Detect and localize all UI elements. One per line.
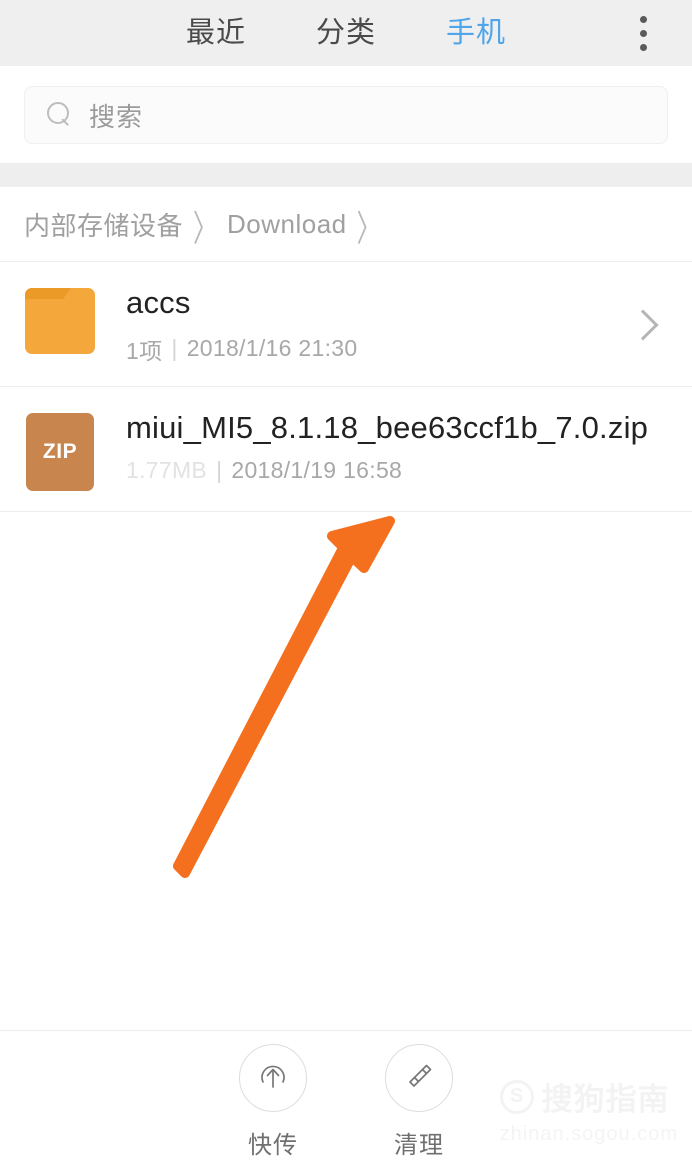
icon-cell: ZIP	[24, 409, 96, 491]
file-date: 2018/1/19 16:58	[231, 456, 403, 483]
quick-transfer-button[interactable]: 快传	[223, 1043, 323, 1160]
section-divider	[0, 163, 692, 187]
file-meta: 1.77MB | 2018/1/19 16:58	[126, 457, 658, 484]
row-content: miui_MI5_8.1.18_bee63ccf1b_7.0.zip 1.77M…	[126, 409, 668, 484]
cleanup-label: 清理	[394, 1131, 444, 1159]
file-date: 2018/1/16 21:30	[186, 335, 358, 362]
breadcrumb-item-download[interactable]: Download	[227, 209, 347, 240]
watermark-row: S 搜狗指南	[499, 1074, 678, 1119]
tab-category[interactable]: 分类	[316, 18, 376, 48]
table-row[interactable]: accs 1项 | 2018/1/16 21:30	[0, 261, 692, 386]
search-input[interactable]: 搜索	[24, 86, 668, 144]
icon-cell	[24, 284, 96, 354]
zip-file-icon: ZIP	[26, 412, 94, 491]
zip-icon-label: ZIP	[42, 439, 78, 463]
more-vertical-icon[interactable]	[630, 13, 656, 53]
broom-icon	[385, 1043, 453, 1112]
search-area: 搜索	[0, 66, 692, 163]
file-meta: 1项 | 2018/1/16 21:30	[126, 332, 622, 366]
dot	[639, 29, 647, 37]
file-size: 1.77MB	[126, 456, 208, 483]
tab-group: 最近 分类 手机	[186, 18, 506, 48]
tab-phone[interactable]: 手机	[446, 18, 506, 48]
tab-recent[interactable]: 最近	[186, 18, 246, 48]
meta-separator: |	[216, 456, 223, 483]
row-content: accs 1项 | 2018/1/16 21:30	[126, 284, 632, 366]
watermark-title: 搜狗指南	[541, 1082, 670, 1117]
upload-circle-icon	[239, 1043, 307, 1112]
dot	[639, 43, 647, 51]
breadcrumb: 内部存储设备 〉 Download 〉	[0, 187, 692, 261]
upload-arrow-glyph	[261, 1065, 285, 1088]
folder-icon	[25, 288, 95, 354]
dot	[639, 15, 647, 23]
search-icon	[47, 102, 73, 128]
file-name: accs	[126, 285, 191, 320]
file-name: miui_MI5_8.1.18_bee63ccf1b_7.0.zip	[126, 409, 649, 445]
chevron-right-icon: 〉	[356, 208, 381, 249]
watermark-url: zhinan.sogou.com	[499, 1123, 678, 1145]
item-count: 1项	[126, 337, 163, 364]
cleanup-button[interactable]: 清理	[369, 1043, 469, 1160]
chevron-right-icon[interactable]	[627, 309, 659, 341]
meta-separator: |	[171, 335, 178, 362]
broom-glyph	[409, 1064, 432, 1087]
breadcrumb-item-internal-storage[interactable]: 内部存储设备	[24, 206, 183, 243]
search-placeholder: 搜索	[89, 101, 144, 132]
watermark: S 搜狗指南 zhinan.sogou.com	[499, 1074, 678, 1146]
table-row[interactable]: ZIP miui_MI5_8.1.18_bee63ccf1b_7.0.zip 1…	[0, 385, 692, 512]
quick-transfer-label: 快传	[248, 1131, 298, 1159]
file-list: accs 1项 | 2018/1/16 21:30 ZIP miui_MI5_8…	[0, 261, 692, 1030]
bottom-toolbar: 快传 清理 S 搜狗指南 zhinan.sogou.com	[0, 1030, 692, 1172]
sogou-logo-icon: S	[499, 1079, 534, 1114]
top-tab-bar: 最近 分类 手机	[0, 0, 692, 66]
chevron-right-icon: 〉	[193, 208, 218, 249]
file-manager-screen: 最近 分类 手机 搜索 内部存储设备 〉 Download 〉 accs 1项 …	[0, 0, 692, 1172]
